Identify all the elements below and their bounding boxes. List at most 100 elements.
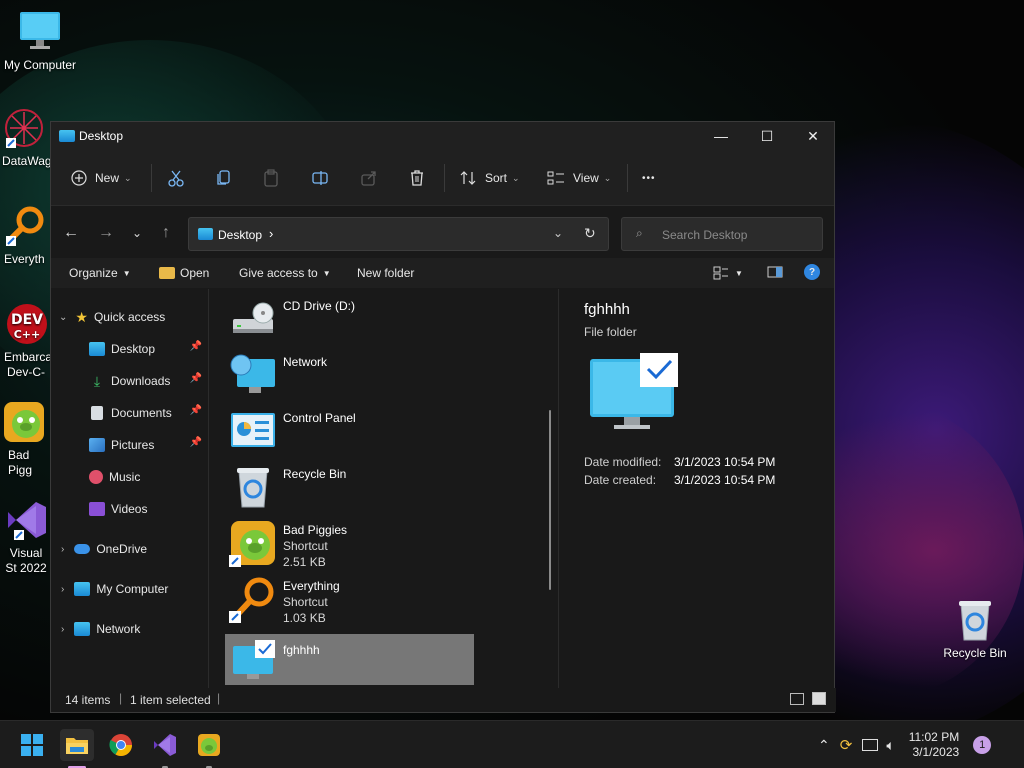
start-button[interactable] [15,729,49,761]
sidebar-item-label: OneDrive [96,542,148,556]
file-item-fghhhh[interactable]: fghhhh [225,634,474,685]
status-divider: | [217,691,221,705]
clipboard-icon [264,169,278,187]
file-item-bad-piggies[interactable]: Bad Piggies Shortcut 2.51 KB [225,517,475,569]
file-item-recycle-bin[interactable]: Recycle Bin [225,461,475,513]
cloud-icon [74,544,91,554]
clock-time: 11:02 PM [908,730,960,744]
sidebar-item-label: My Computer [96,582,169,596]
document-icon [91,406,103,420]
sidebar-item-downloads[interactable]: ⤓ Downloads 📌 [89,370,206,392]
file-item-control-panel[interactable]: Control Panel [225,405,475,457]
share-button[interactable] [360,166,378,190]
network-monitor-icon[interactable] [862,739,879,751]
close-icon: ✕ [807,127,819,144]
bad-piggies-icon [229,521,275,567]
desktop-icon-visual-studio[interactable]: Visual St 2022 [0,498,56,576]
view-button[interactable]: View ⌄ [547,166,611,190]
video-icon [89,502,105,516]
chevron-down-icon: ⌄ [131,226,143,240]
details-layout-icon[interactable] [790,693,804,705]
chevron-down-icon[interactable]: ⌄ [553,226,563,240]
file-item-network[interactable]: Network [225,349,475,401]
file-name: Recycle Bin [283,467,347,481]
sidebar-item-onedrive[interactable]: › OneDrive [61,538,147,560]
notification-badge[interactable]: 1 [973,736,992,754]
rename-icon [312,171,328,185]
desktop-icon-embarcadero-devc[interactable]: DEV C++ Embarca Dev-C- [0,302,54,380]
up-button[interactable]: ↑ [154,222,178,244]
sidebar-item-documents[interactable]: Documents 📌 [89,402,206,424]
copy-icon [217,170,230,185]
more-options-button[interactable]: ••• [642,166,656,190]
taskbar-visual-studio[interactable] [148,729,182,761]
large-icons-layout-icon[interactable] [812,692,826,705]
open-label: Open [180,266,210,280]
sidebar-item-pictures[interactable]: Pictures 📌 [89,434,206,456]
preview-kind: File folder [584,325,637,339]
desktop-icon-everything[interactable]: Everyth [0,204,54,267]
file-item-cd-drive[interactable]: CD Drive (D:) [225,293,475,345]
search-icon: ⌕ [636,226,643,240]
search-input[interactable]: ⌕ Search Desktop [621,217,823,251]
sidebar-item-network[interactable]: › Network [61,618,140,640]
sidebar-item-label: Videos [111,502,148,516]
visual-studio-icon [4,498,48,542]
refresh-icon[interactable]: ↻ [584,225,596,242]
status-divider: | [119,691,123,705]
desktop-icon-label: DataWag [2,154,52,168]
copy-button[interactable] [215,166,233,190]
preview-pane-button[interactable] [767,266,783,278]
paste-button[interactable] [262,166,280,190]
cd-drive-icon [233,302,274,333]
close-button[interactable]: ✕ [790,122,836,150]
window-title: Desktop [79,129,124,143]
quick-access-item[interactable]: ⌄ ★ Quick access [59,306,165,328]
sidebar-item-music[interactable]: Music [89,466,140,488]
everything-icon [2,204,46,248]
volume-icon[interactable]: 🔈︎ [886,737,894,754]
folder-desktop-icon [59,130,75,142]
cut-button[interactable] [167,166,185,190]
file-item-everything[interactable]: Everything Shortcut 1.03 KB [225,573,475,625]
sidebar-item-desktop[interactable]: Desktop 📌 [89,338,206,360]
chevron-down-icon: ⌄ [59,311,68,323]
clock[interactable]: 11:02 PM 3/1/2023 [909,730,959,760]
recent-locations-button[interactable]: ⌄ [125,222,149,244]
chevron-up-icon[interactable]: ⌃ [818,737,830,754]
sort-button[interactable]: Sort ⌄ [459,166,520,190]
taskbar-chrome[interactable] [104,729,138,761]
file-list-scrollbar[interactable] [549,410,551,590]
sidebar-item-my-computer[interactable]: › My Computer [61,578,168,600]
rename-button[interactable] [311,166,329,190]
sync-icon[interactable]: ⟳ [840,736,853,754]
new-folder-button[interactable]: New folder [357,266,414,280]
delete-button[interactable] [408,166,426,190]
organize-button[interactable]: Organize ▼ [69,266,131,280]
search-placeholder: Search Desktop [662,228,748,242]
sidebar-item-videos[interactable]: Videos [89,498,147,520]
folder-monitor-check-icon [590,353,678,429]
address-bar-row: ← → ⌄ ↑ Desktop › ⌄ ↻ ⌕ Search Desktop [51,206,834,328]
help-button[interactable]: ? [804,264,820,280]
desktop-icon-recycle-bin[interactable]: Recycle Bin [935,598,1015,661]
forward-button[interactable]: → [94,222,118,244]
taskbar-file-explorer[interactable] [60,729,94,761]
monitor-icon [18,10,62,54]
address-input[interactable]: Desktop › ⌄ ↻ [188,217,609,251]
desktop-icon-bad-piggies[interactable]: Bad Pigg [0,400,54,478]
title-bar[interactable]: Desktop — ☐ ✕ [51,122,834,150]
open-button[interactable]: Open [159,266,209,280]
back-button[interactable]: ← [59,222,83,244]
minimize-button[interactable]: — [698,122,744,150]
maximize-button[interactable]: ☐ [744,122,790,150]
desktop-icon-my-computer[interactable]: My Computer [0,10,80,73]
taskbar-bad-piggies[interactable] [192,729,226,761]
status-bar: 14 items | 1 item selected | [51,688,836,712]
change-view-button[interactable]: ▼ [713,266,743,280]
give-access-button[interactable]: Give access to ▼ [239,266,331,280]
new-label: New [95,171,120,185]
desktop-icon-datawag[interactable]: DataWag [0,106,54,169]
scissors-icon [168,170,184,187]
new-button[interactable]: New ⌄ [71,166,132,190]
